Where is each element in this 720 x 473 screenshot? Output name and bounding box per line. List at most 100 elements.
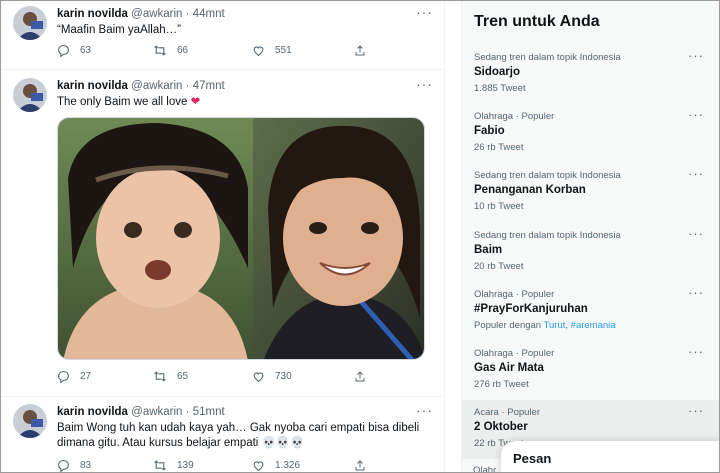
trend-item[interactable]: Sedang tren dalam topik Indonesia Sidoar…	[462, 45, 719, 104]
trend-related-link[interactable]: #aremania	[571, 320, 616, 331]
messages-title: Pesan	[513, 451, 552, 466]
retweet-button[interactable]: 66	[153, 44, 188, 57]
tweet-time[interactable]: 44mnt	[193, 8, 225, 20]
tweet-text-line: dimana gitu. Atau kursus belajar empati …	[57, 437, 305, 449]
trend-count: 10 rb Tweet	[474, 201, 524, 212]
author-handle[interactable]: @awkarin	[131, 80, 182, 92]
retweet-count: 65	[177, 371, 189, 382]
heart-emoji: ❤	[190, 96, 201, 108]
avatar[interactable]	[13, 404, 47, 438]
trend-count: Populer dengan Turut, #aremania	[474, 320, 616, 331]
retweet-count: 139	[177, 460, 194, 471]
trend-name: Sidoarjo	[474, 66, 521, 78]
retweet-icon	[154, 371, 166, 382]
reply-count: 83	[80, 460, 92, 471]
tweet-time[interactable]: 47mnt	[193, 80, 225, 92]
retweet-icon	[154, 45, 166, 56]
like-count: 551	[275, 45, 292, 56]
trend-context: Olahraga · Populer	[474, 289, 555, 300]
reply-button[interactable]: 27	[57, 370, 91, 383]
more-icon[interactable]: ···	[416, 77, 433, 91]
tweet-text: “Maafin Baim yaAllah…”	[57, 24, 181, 36]
tweet-media-image[interactable]	[57, 117, 425, 360]
share-button[interactable]	[354, 370, 366, 383]
more-icon[interactable]: ···	[416, 403, 433, 417]
share-icon	[355, 371, 365, 382]
share-icon	[355, 460, 365, 471]
tweet[interactable]: karin novilda @awkarin · 51mnt ··· Baim …	[1, 397, 444, 472]
messages-drawer[interactable]: Pesan	[501, 441, 719, 472]
like-button[interactable]: 1.326	[252, 459, 300, 472]
more-icon[interactable]: ···	[688, 286, 704, 299]
trend-context: Olahraga · Populer	[474, 111, 555, 122]
tweet-text: The only Baim we all love ❤	[57, 95, 427, 110]
author-handle[interactable]: @awkarin	[131, 406, 182, 418]
author-name[interactable]: karin novilda	[57, 406, 128, 418]
trend-count: 276 rb Tweet	[474, 379, 529, 390]
more-icon[interactable]: ···	[416, 5, 433, 19]
more-icon[interactable]: ···	[688, 227, 704, 240]
avatar[interactable]	[13, 78, 47, 112]
trend-item[interactable]: Olahraga · Populer Gas Air Mata 276 rb T…	[462, 341, 719, 400]
share-button[interactable]	[354, 459, 366, 472]
tweet-actions: 83 139 1.326	[57, 459, 373, 472]
like-button[interactable]: 551	[252, 44, 292, 57]
retweet-count: 66	[177, 45, 189, 56]
more-icon[interactable]: ···	[688, 108, 704, 121]
tweet-text-line: Baim Wong tuh kan udah kaya yah… Gak nyo…	[57, 422, 420, 434]
trend-count-prefix: Populer dengan	[474, 320, 542, 331]
reply-count: 27	[80, 371, 92, 382]
trends-title: Tren untuk Anda	[474, 13, 600, 30]
more-icon[interactable]: ···	[688, 404, 704, 417]
trends-panel: Tren untuk Anda Sedang tren dalam topik …	[461, 1, 719, 472]
tweet[interactable]: karin novilda @awkarin · 44mnt ··· “Maaf…	[1, 1, 444, 70]
trend-name: Gas Air Mata	[474, 362, 544, 374]
trend-name: 2 Oktober	[474, 421, 528, 433]
like-count: 730	[275, 371, 292, 382]
retweet-button[interactable]: 65	[153, 370, 188, 383]
author-name[interactable]: karin novilda	[57, 80, 128, 92]
trend-count: 26 rb Tweet	[474, 142, 524, 153]
retweet-icon	[154, 460, 166, 471]
tweet-text: Baim Wong tuh kan udah kaya yah… Gak nyo…	[57, 421, 427, 451]
more-icon[interactable]: ···	[688, 49, 704, 62]
more-icon[interactable]: ···	[688, 167, 704, 180]
reply-icon	[58, 460, 69, 472]
tweet[interactable]: karin novilda @awkarin · 47mnt ··· The o…	[1, 70, 444, 397]
more-icon[interactable]: ···	[688, 345, 704, 358]
tweet-time[interactable]: 51mnt	[193, 406, 225, 418]
tweet-text-content: The only Baim we all love	[57, 96, 188, 108]
trend-context: Sedang tren dalam topik Indonesia	[474, 230, 621, 241]
reply-button[interactable]: 83	[57, 459, 91, 472]
avatar[interactable]	[13, 6, 47, 40]
trend-context: Olahr	[473, 465, 497, 473]
trend-item[interactable]: Sedang tren dalam topik Indonesia Baim 2…	[462, 223, 719, 282]
reply-button[interactable]: 63	[57, 44, 91, 57]
share-icon	[355, 45, 365, 56]
tweet-actions: 27 65 730	[57, 370, 373, 388]
trend-context: Acara · Populer	[474, 407, 541, 418]
trend-context: Olahraga · Populer	[474, 348, 555, 359]
trend-item[interactable]: Sedang tren dalam topik Indonesia Penang…	[462, 163, 719, 222]
reply-icon	[58, 45, 69, 57]
trend-name: Fabio	[474, 125, 505, 137]
retweet-button[interactable]: 139	[153, 459, 194, 472]
trend-name: Penanganan Korban	[474, 184, 586, 196]
trend-count: 20 rb Tweet	[474, 261, 524, 272]
like-button[interactable]: 730	[252, 370, 292, 383]
tweet-actions: 63 66 551	[57, 44, 373, 62]
trend-count: 1.885 Tweet	[474, 83, 526, 94]
like-icon	[253, 46, 264, 57]
trend-related-link[interactable]: Turut	[544, 320, 566, 331]
reply-count: 63	[80, 45, 92, 56]
trend-context: Sedang tren dalam topik Indonesia	[474, 52, 621, 63]
share-button[interactable]	[354, 44, 366, 57]
trend-name: Baim	[474, 244, 503, 256]
trend-name: #PrayForKanjuruhan	[474, 303, 588, 315]
trend-item[interactable]: Olahraga · Populer Fabio 26 rb Tweet ···	[462, 104, 719, 163]
like-count: 1.326	[275, 460, 301, 471]
trend-item[interactable]: Olahraga · Populer #PrayForKanjuruhan Po…	[462, 282, 719, 341]
author-handle[interactable]: @awkarin	[131, 8, 182, 20]
like-icon	[253, 461, 264, 472]
author-name[interactable]: karin novilda	[57, 8, 128, 20]
